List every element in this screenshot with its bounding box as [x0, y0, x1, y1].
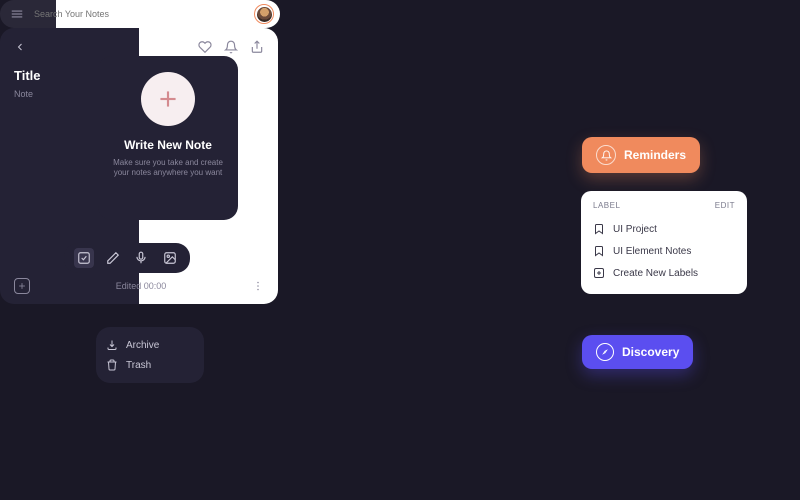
trash-label: Trash	[126, 360, 151, 371]
labels-header: LABEL	[593, 201, 620, 210]
more-icon[interactable]	[252, 280, 264, 292]
pencil-tool-icon[interactable]	[103, 248, 123, 268]
label-item[interactable]: UI Element Notes	[593, 240, 735, 262]
discovery-button[interactable]: Discovery	[582, 335, 693, 369]
label-item-text: UI Element Notes	[613, 246, 691, 257]
label-item[interactable]: UI Project	[593, 218, 735, 240]
bell-icon	[596, 145, 616, 165]
share-icon[interactable]	[250, 40, 264, 54]
plus-box-icon	[593, 267, 605, 279]
compass-icon	[596, 343, 614, 361]
search-bar	[0, 0, 280, 28]
trash-menu-item[interactable]: Trash	[106, 355, 194, 375]
heart-icon[interactable]	[198, 40, 212, 54]
archive-icon	[106, 339, 118, 351]
new-note-description: Make sure you take and create your notes…	[108, 158, 228, 179]
bell-icon[interactable]	[224, 40, 238, 54]
trash-icon	[106, 359, 118, 371]
note-tools-toolbar	[64, 243, 190, 273]
labels-panel: LABEL EDIT UI Project UI Element Notes C…	[581, 191, 747, 294]
avatar-icon	[257, 7, 272, 22]
user-avatar[interactable]	[254, 4, 274, 24]
new-note-card[interactable]: Write New Note Make sure you take and cr…	[98, 56, 238, 220]
plus-icon[interactable]	[141, 72, 195, 126]
reminders-button[interactable]: Reminders	[582, 137, 700, 173]
label-item-text: Create New Labels	[613, 268, 698, 279]
archive-label: Archive	[126, 340, 159, 351]
archive-menu-item[interactable]: Archive	[106, 335, 194, 355]
microphone-tool-icon[interactable]	[131, 248, 151, 268]
new-note-title: Write New Note	[124, 138, 212, 152]
back-icon[interactable]	[14, 41, 26, 53]
labels-edit-link[interactable]: EDIT	[715, 201, 735, 210]
checkbox-tool-icon[interactable]	[74, 248, 94, 268]
create-label-item[interactable]: Create New Labels	[593, 262, 735, 284]
discovery-label: Discovery	[622, 345, 679, 359]
reminders-label: Reminders	[624, 148, 686, 162]
edited-timestamp: Edited 00:00	[116, 281, 167, 291]
menu-icon[interactable]	[10, 7, 24, 21]
add-attachment-icon[interactable]	[14, 278, 30, 294]
bookmark-icon	[593, 245, 605, 257]
label-item-text: UI Project	[613, 224, 657, 235]
bookmark-icon	[593, 223, 605, 235]
image-tool-icon[interactable]	[160, 248, 180, 268]
search-input[interactable]	[34, 9, 254, 19]
note-actions-menu: Archive Trash	[96, 327, 204, 383]
